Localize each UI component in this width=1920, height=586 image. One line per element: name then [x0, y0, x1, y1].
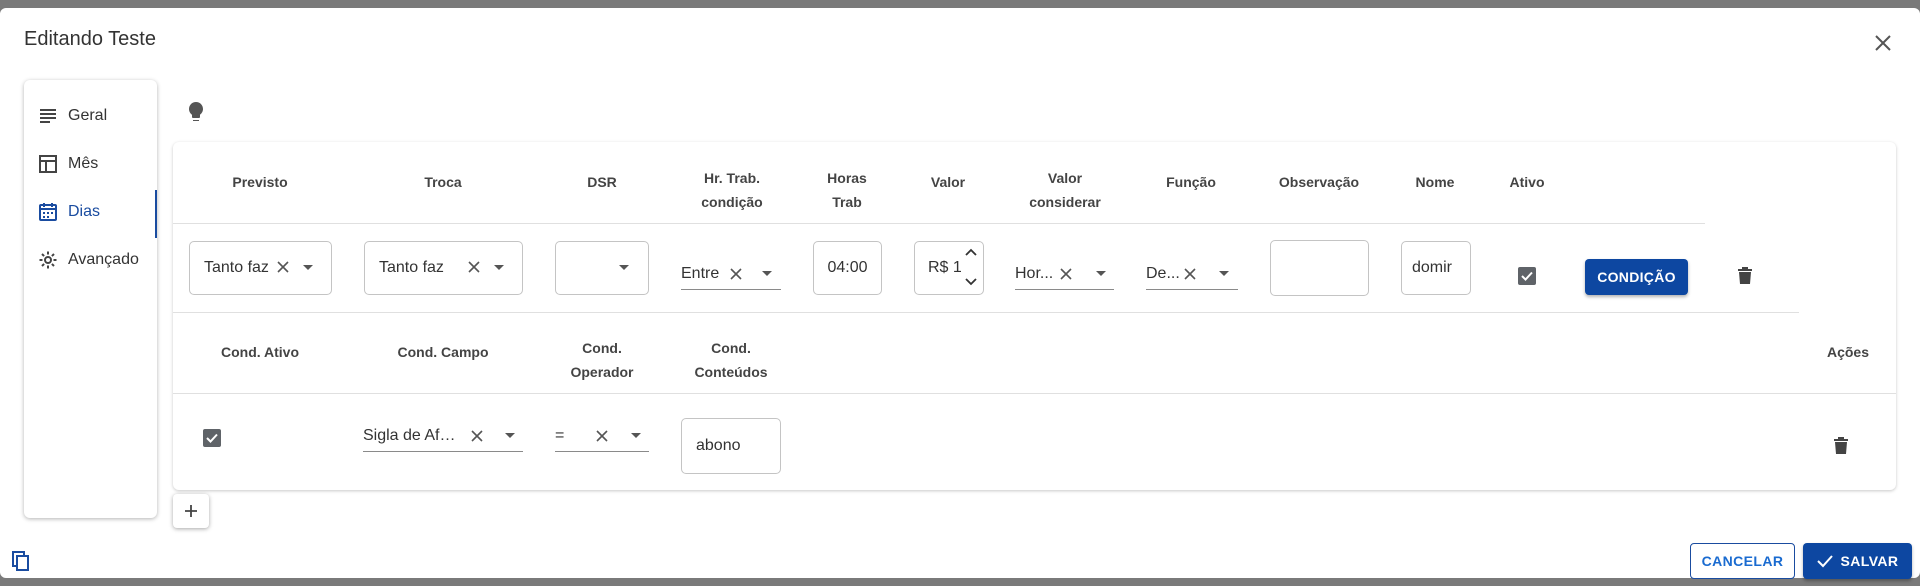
copy-icon[interactable]: [12, 551, 30, 576]
trash-icon[interactable]: [1834, 437, 1848, 460]
valor-input[interactable]: R$ 1: [914, 241, 984, 295]
chevron-down-icon[interactable]: [965, 278, 977, 286]
header-dsr: DSR: [587, 174, 617, 190]
close-icon: [1875, 35, 1891, 51]
header-valor-considerar: Valor considerar: [1029, 170, 1101, 210]
cond-ativo-checkbox[interactable]: [203, 429, 221, 447]
header-hr-trab-condicao: Hr. Trab. condição: [701, 170, 763, 210]
ativo-checkbox[interactable]: [1518, 267, 1536, 285]
header-horas-trab: Horas Trab: [827, 170, 867, 210]
previsto-select[interactable]: Tanto faz: [189, 241, 332, 295]
dsr-select[interactable]: [555, 241, 649, 295]
clear-icon[interactable]: [467, 260, 481, 274]
valor-considerar-select[interactable]: Hor...: [1015, 258, 1114, 290]
funcao-select[interactable]: De...: [1146, 258, 1238, 290]
header-ativo: Ativo: [1509, 174, 1545, 190]
cond-operador-select[interactable]: =: [555, 420, 649, 452]
table-icon: [39, 155, 57, 173]
trash-icon[interactable]: [1738, 267, 1752, 290]
caret-down-icon[interactable]: [761, 270, 773, 278]
lines-icon: [40, 109, 56, 123]
chevron-up-icon[interactable]: [965, 248, 977, 256]
sidebar-item-label: Mês: [68, 155, 99, 172]
clear-icon[interactable]: [729, 267, 743, 281]
check-icon: [206, 433, 218, 443]
sidebar-item-geral[interactable]: Geral: [24, 96, 157, 136]
caret-down-icon[interactable]: [504, 432, 516, 440]
plus-icon: [185, 505, 197, 517]
header-funcao: Função: [1166, 174, 1216, 190]
header-acoes: Ações: [1826, 344, 1870, 360]
add-rule-button[interactable]: [173, 494, 209, 528]
header-nome: Nome: [1415, 174, 1455, 190]
divider: [173, 312, 1799, 313]
troca-select[interactable]: Tanto faz: [364, 241, 523, 295]
sidebar-item-label: Dias: [68, 203, 101, 220]
clear-icon[interactable]: [1183, 267, 1197, 281]
save-button[interactable]: SALVAR: [1803, 543, 1912, 579]
gear-icon: [39, 251, 57, 269]
clear-icon[interactable]: [276, 260, 290, 274]
sidebar-item-label: Avançado: [68, 251, 139, 268]
dialog-title: Editando Teste: [24, 28, 156, 50]
clear-icon[interactable]: [470, 429, 484, 443]
caret-down-icon[interactable]: [1095, 270, 1107, 278]
header-cond-ativo: Cond. Ativo: [220, 344, 300, 360]
clear-icon[interactable]: [1059, 267, 1073, 281]
caret-down-icon[interactable]: [302, 264, 314, 272]
clear-icon[interactable]: [595, 429, 609, 443]
edit-dialog: Editando Teste Geral Mês Dias Avançado P…: [0, 8, 1920, 579]
close-button[interactable]: [1866, 26, 1900, 60]
header-cond-conteudos: Cond. Conteúdos: [694, 340, 768, 380]
horas-trab-input[interactable]: 04:00: [813, 241, 882, 295]
nome-input[interactable]: domir: [1401, 241, 1471, 295]
lightbulb-icon[interactable]: [184, 100, 208, 129]
header-troca: Troca: [424, 174, 462, 190]
caret-down-icon[interactable]: [618, 264, 630, 272]
check-icon: [1816, 555, 1833, 568]
calendar-icon: [39, 203, 57, 221]
sidebar: Geral Mês Dias Avançado: [24, 80, 157, 518]
header-valor: Valor: [930, 174, 966, 190]
divider: [173, 393, 1896, 394]
hr-trab-condicao-select[interactable]: Entre: [681, 258, 781, 290]
sidebar-item-avancado[interactable]: Avançado: [24, 240, 157, 280]
cond-campo-select[interactable]: Sigla de Afa...: [363, 420, 523, 452]
caret-down-icon[interactable]: [1218, 270, 1230, 278]
divider: [173, 223, 1705, 224]
cond-conteudos-input[interactable]: abono: [681, 418, 781, 474]
header-cond-campo: Cond. Campo: [397, 344, 489, 360]
check-icon: [1521, 271, 1533, 281]
header-previsto: Previsto: [232, 174, 288, 190]
sidebar-item-dias[interactable]: Dias: [24, 190, 157, 238]
header-observacao: Observação: [1278, 174, 1360, 190]
observacao-input[interactable]: [1270, 240, 1369, 296]
caret-down-icon[interactable]: [493, 264, 505, 272]
sidebar-item-mes[interactable]: Mês: [24, 144, 157, 184]
sidebar-item-label: Geral: [68, 107, 108, 124]
caret-down-icon[interactable]: [630, 432, 642, 440]
cancel-button[interactable]: CANCELAR: [1690, 543, 1795, 579]
header-cond-operador: Cond. Operador: [570, 340, 634, 380]
condicao-button[interactable]: CONDIÇÃO: [1585, 259, 1688, 295]
